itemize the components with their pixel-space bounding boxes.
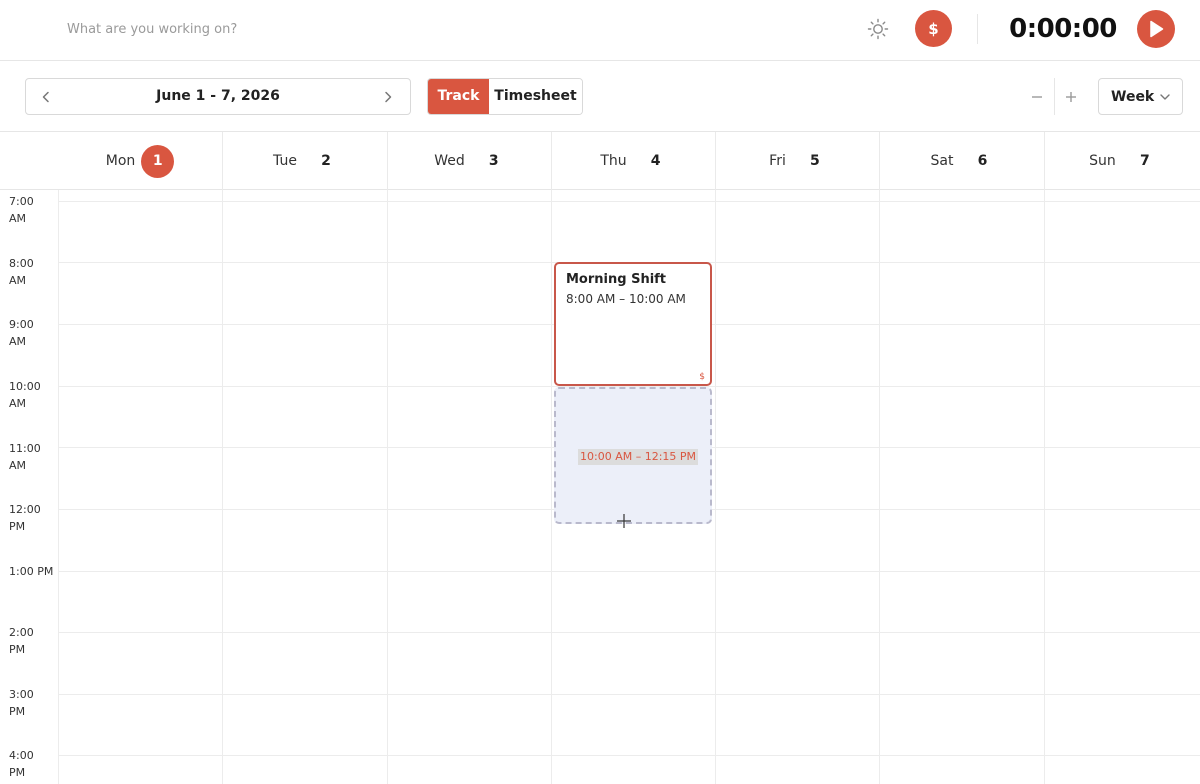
time-label: 2:00 PM: [9, 626, 34, 656]
chevron-down-icon: [1160, 94, 1170, 100]
tab-timesheet[interactable]: Timesheet: [489, 79, 582, 114]
calendar-grid[interactable]: 7:00 AM 8:00 AM 9:00 AM 10:00 AM 11:00 AM 12:…: [0, 190, 1200, 784]
day-header-wed[interactable]: Wed 3: [387, 132, 551, 190]
zoom-out-button[interactable]: [1020, 78, 1054, 115]
mode-switch: Track Timesheet: [427, 78, 583, 115]
view-select[interactable]: Week: [1098, 78, 1183, 115]
previous-week-button[interactable]: [36, 87, 56, 107]
plus-icon: [1066, 91, 1077, 102]
day-header-thu[interactable]: Thu 4: [551, 132, 715, 190]
day-number-today: 1: [141, 144, 175, 178]
time-label: 1:00 PM: [9, 565, 54, 578]
time-label: 8:00 AM: [9, 257, 34, 287]
time-label: 9:00 AM: [9, 318, 34, 348]
task-description-input[interactable]: [55, 14, 615, 44]
zoom-in-button[interactable]: [1054, 78, 1088, 115]
timer-display: 0:00:00: [1009, 14, 1117, 44]
day-header-mon[interactable]: Mon 1: [58, 132, 222, 190]
time-label: 7:00 AM: [9, 195, 34, 225]
date-range-navigator: June 1 - 7, 2026: [25, 78, 411, 115]
draft-time-range: 10:00 AM – 12:15 PM: [578, 449, 699, 465]
day-name: Sun: [1089, 153, 1116, 169]
day-number: 2: [321, 153, 331, 169]
top-bar: $ 0:00:00: [0, 0, 1200, 61]
tab-track[interactable]: Track: [428, 79, 489, 114]
hour-line: [58, 694, 1200, 695]
day-number: 4: [650, 153, 661, 169]
crosshair-cursor-icon: [617, 514, 631, 528]
hour-line: [58, 201, 1200, 202]
date-range-label[interactable]: June 1 - 7, 2026: [66, 79, 370, 114]
divider: [977, 14, 978, 44]
time-entry-morning-shift[interactable]: Morning Shift 8:00 AM – 10:00 AM $: [554, 262, 712, 386]
new-entry-draft[interactable]: 10:00 AM – 12:15 PM: [554, 387, 712, 524]
billable-toggle-button[interactable]: $: [915, 10, 952, 47]
day-name: Sat: [930, 153, 954, 169]
chevron-right-icon: [385, 91, 392, 103]
calendar-toolbar: June 1 - 7, 2026 Track Timesheet Week: [0, 61, 1200, 132]
time-label: 4:00 PM: [9, 749, 34, 779]
view-select-label: Week: [1111, 88, 1155, 105]
day-name: Wed: [434, 153, 465, 169]
minus-icon: [1031, 95, 1042, 98]
day-number: 6: [977, 153, 988, 169]
billable-icon: $: [699, 372, 705, 382]
time-label: 3:00 PM: [9, 688, 34, 718]
dollar-icon: $: [928, 19, 939, 38]
next-week-button[interactable]: [378, 87, 398, 107]
event-title: Morning Shift: [566, 272, 667, 287]
day-number: 7: [1139, 153, 1150, 169]
day-name: Mon: [105, 153, 136, 169]
chevron-left-icon: [42, 91, 49, 103]
play-icon: [1150, 20, 1164, 38]
sun-icon: [867, 18, 889, 40]
day-header-fri[interactable]: Fri 5: [715, 132, 879, 190]
event-time: 8:00 AM – 10:00 AM: [566, 292, 686, 306]
day-number: 5: [809, 153, 820, 169]
day-name: Fri: [769, 153, 786, 169]
day-header-sat[interactable]: Sat 6: [879, 132, 1044, 190]
day-name: Thu: [600, 153, 627, 169]
time-label: 10:00 AM: [9, 380, 41, 410]
hour-line: [58, 755, 1200, 756]
zoom-controls: [1020, 78, 1088, 115]
time-label: 11:00 AM: [9, 442, 41, 472]
day-header-tue[interactable]: Tue 2: [222, 132, 387, 190]
week-day-header: Mon 1 Tue 2 Wed 3 Thu 4 Fri 5 Sat 6 Sun …: [0, 132, 1200, 190]
day-header-sun[interactable]: Sun 7: [1044, 132, 1200, 190]
start-timer-button[interactable]: [1137, 10, 1175, 48]
day-name: Tue: [273, 153, 297, 169]
time-label: 12:00 PM: [9, 503, 41, 533]
hour-line: [58, 632, 1200, 633]
day-number: 3: [488, 153, 499, 169]
theme-toggle-button[interactable]: [864, 15, 892, 43]
hour-line: [58, 571, 1200, 572]
